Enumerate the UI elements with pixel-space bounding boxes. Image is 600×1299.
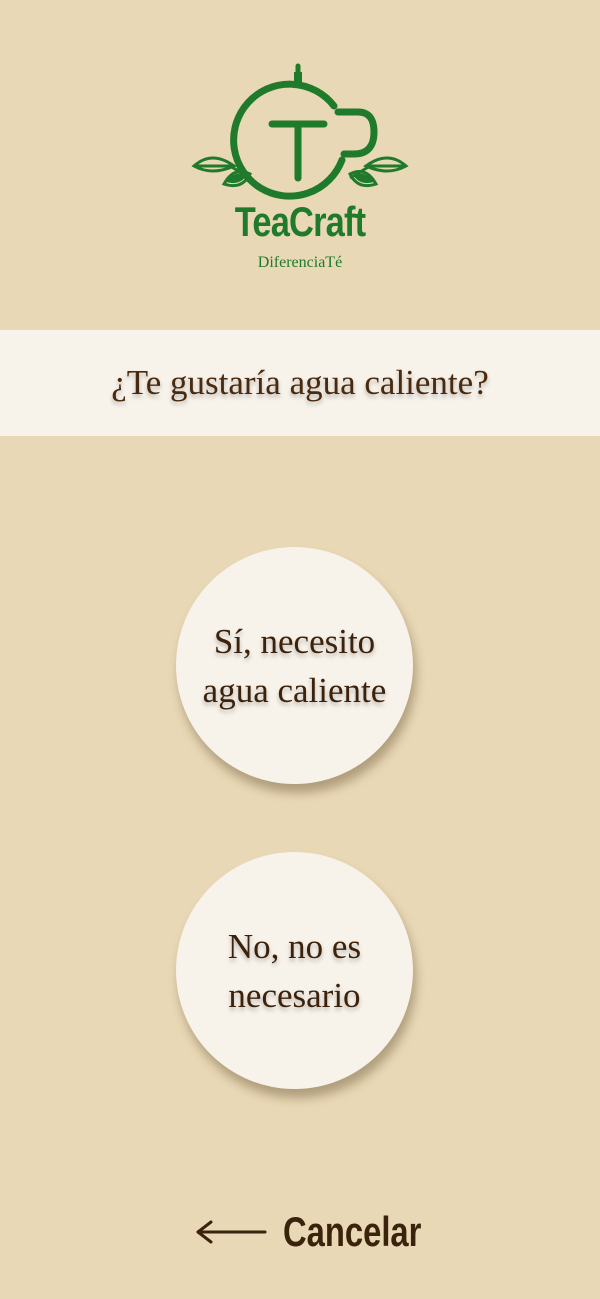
- brand-tagline: DiferenciaTé: [257, 254, 343, 271]
- no-hot-water-button[interactable]: No, no es necesario: [176, 852, 413, 1089]
- no-hot-water-label: No, no es necesario: [227, 926, 362, 1015]
- teapot-icon: [191, 63, 409, 200]
- question-title: ¿Te gustaría agua caliente?: [111, 363, 489, 402]
- teacraft-logo: TeaCraft DiferenciaTé: [190, 62, 410, 277]
- question-banner: ¿Te gustaría agua caliente?: [0, 330, 600, 436]
- cancel-label: Cancelar: [283, 1208, 422, 1255]
- yes-hot-water-button[interactable]: Sí, necesito agua caliente: [176, 547, 413, 784]
- brand-name: TeaCraft: [234, 198, 366, 245]
- yes-hot-water-label: Sí, necesito agua caliente: [202, 621, 387, 710]
- cancel-button[interactable]: Cancelar: [195, 1200, 460, 1264]
- arrow-left-icon: [196, 1220, 267, 1244]
